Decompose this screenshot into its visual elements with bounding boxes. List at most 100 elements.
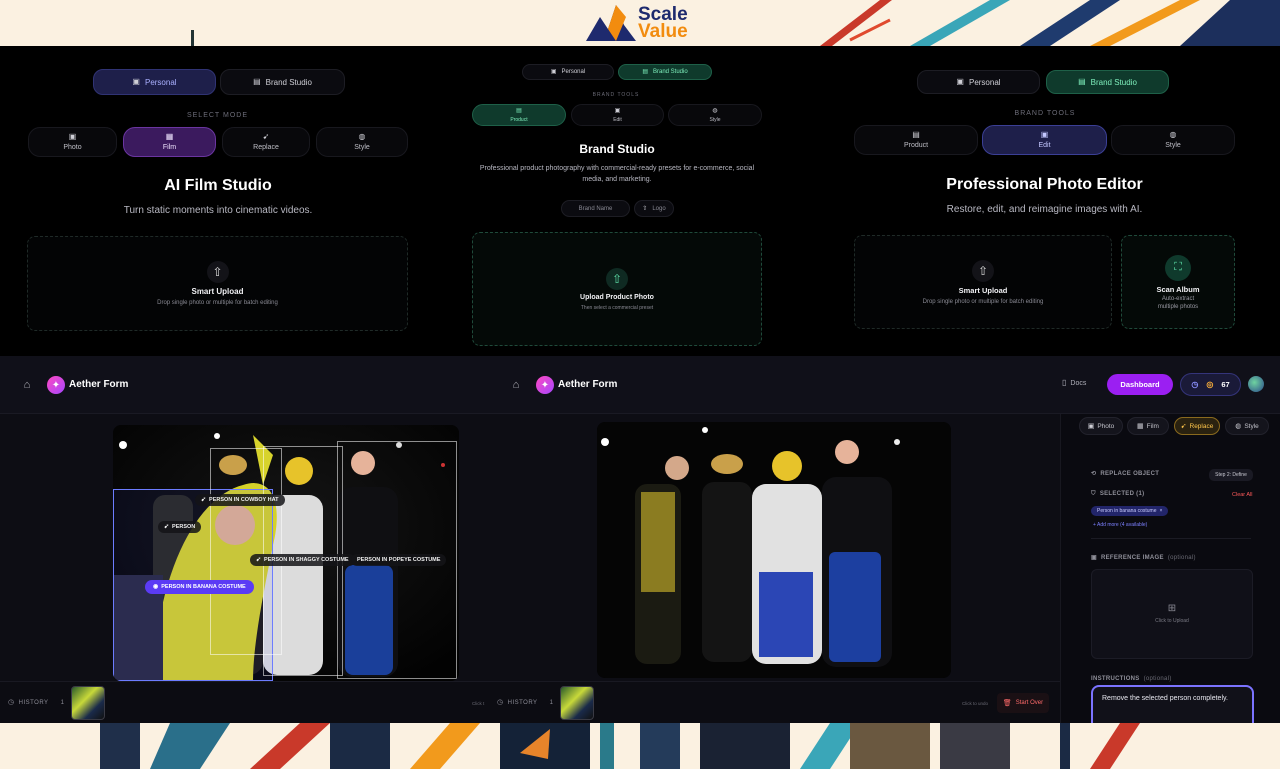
detection-tag-popeye[interactable]: PERSON IN POPEYE COSTUME: [351, 554, 447, 566]
image-icon: ▣: [614, 107, 621, 114]
selected-chip[interactable]: Person in banana costume ×: [1091, 506, 1169, 516]
tool-edit[interactable]: ▣ Edit: [982, 125, 1107, 155]
close-icon[interactable]: ×: [1159, 508, 1162, 514]
detection-tag-banana-selected[interactable]: ◉ PERSON IN BANANA COSTUME: [145, 580, 254, 594]
box-icon: ▤: [912, 130, 920, 139]
history-icon: ◷: [8, 699, 15, 706]
reference-upload-box[interactable]: ⊞ Click to Upload: [1091, 569, 1253, 659]
history-label-right: ◷ HISTORY 1: [497, 699, 553, 706]
tab-brand-studio[interactable]: ▤ Brand Studio: [220, 69, 345, 95]
instructions-textarea[interactable]: Remove the selected person completely.: [1091, 685, 1254, 723]
start-over-button[interactable]: 🗑 Start Over: [997, 693, 1049, 713]
detection-tag-cowboy-hat[interactable]: ➹ PERSON IN COWBOY HAT: [195, 494, 285, 506]
tab-label: Film: [1146, 422, 1159, 430]
top-screens-area: ▣ Personal ▤ Brand Studio SELECT MODE ▣ Pho…: [0, 46, 1280, 356]
mode-film[interactable]: ▦ Film: [123, 127, 216, 157]
tab-personal[interactable]: ▣ Personal: [93, 69, 216, 95]
detection-canvas[interactable]: ➹ PERSON IN COWBOY HAT ➹ PERSON ➹ PERSON IN…: [113, 425, 459, 681]
tool-edit[interactable]: ▣ Edit: [571, 104, 664, 126]
history-bar: ◷ HISTORY 1 Click t ◷ HISTORY 1 Click to…: [0, 681, 1060, 723]
page-subtitle: Restore, edit, and reimagine images with…: [946, 204, 1143, 215]
smart-upload-dropzone[interactable]: ⇧ Smart Upload Drop single photo or mult…: [27, 236, 408, 331]
upload-subtitle: Then select a commercial preset: [580, 304, 654, 311]
upload-title: Smart Upload: [958, 285, 1008, 295]
page-title: AI Film Studio: [164, 177, 272, 194]
replace-panel: ▣ Photo ▦ Film ➹ Replace ◍ Style ⟲ REPLACE OB…: [1060, 414, 1280, 723]
credits-badge[interactable]: ◷ ◎ 67: [1180, 373, 1241, 396]
filter-icon: ⛉: [1091, 491, 1096, 497]
user-avatar[interactable]: [1248, 376, 1264, 392]
detection-tag-shaggy[interactable]: ➹ PERSON IN SHAGGY COSTUME: [250, 554, 355, 566]
tool-product[interactable]: ▤ Product: [854, 125, 978, 155]
mode-label: Photo: [63, 144, 82, 151]
upload-product-dropzone[interactable]: ⇧ Upload Product Photo Then select a com…: [472, 232, 762, 346]
tab-film[interactable]: ▦ Film: [1127, 417, 1169, 435]
image-icon: ▣: [1040, 130, 1049, 139]
tool-label: Edit: [1038, 142, 1051, 149]
logo-mark-icon: [586, 5, 636, 41]
top-banner: Scale Value: [0, 0, 1280, 46]
mode-label: Film: [162, 144, 177, 151]
result-image: [597, 422, 951, 678]
upload-icon: ⇧: [606, 267, 628, 290]
box-icon: ▤: [516, 107, 522, 114]
credits-count: 67: [1221, 380, 1230, 389]
tab-photo[interactable]: ▣ Photo: [1079, 417, 1123, 435]
tool-label: Style: [1165, 142, 1181, 149]
clear-all-link[interactable]: Clear All: [1232, 492, 1252, 498]
chip-label: Person in banana costume: [1097, 508, 1157, 514]
brand-logo-icon: ✦: [47, 376, 65, 394]
detection-tag-person[interactable]: ➹ PERSON: [158, 521, 202, 533]
tool-style[interactable]: ◍ Style: [668, 104, 762, 126]
mode-photo[interactable]: ▣ Photo: [28, 127, 117, 157]
palette-icon: ◍: [1235, 422, 1242, 430]
home-icon[interactable]: ⌂: [507, 376, 525, 394]
dashboard-button[interactable]: Dashboard: [1107, 374, 1173, 395]
reference-image-label: ▣ REFERENCE IMAGE (optional): [1091, 555, 1196, 561]
docs-link[interactable]: ▯ Docs: [1062, 379, 1086, 387]
replace-object-label: ⟲ REPLACE OBJECT: [1091, 471, 1159, 477]
tool-style[interactable]: ◍ Style: [1111, 125, 1235, 155]
mode-label: Style: [354, 144, 370, 151]
home-icon[interactable]: ⌂: [18, 376, 36, 394]
logo-word-value: Value: [638, 21, 688, 42]
tool-label: Edit: [613, 116, 622, 123]
tool-label: Product: [510, 116, 528, 123]
upload-icon: ⇧: [642, 205, 648, 212]
image-icon: ▣: [1087, 422, 1095, 430]
scalevalue-logo: Scale Value: [586, 4, 688, 42]
mode-replace[interactable]: ➹ Replace: [222, 127, 310, 157]
cursor-icon: ➹: [262, 132, 270, 141]
tool-product[interactable]: ▤ Product: [472, 104, 566, 126]
tab-brand-studio[interactable]: ▤ Brand Studio: [1046, 70, 1169, 94]
tab-style[interactable]: ◍ Style: [1225, 417, 1269, 435]
scan-album-button[interactable]: ⛶ Scan Album Auto-extract multiple photo…: [1121, 235, 1235, 329]
click-hint: Click t: [472, 701, 485, 706]
tab-personal[interactable]: ▣ Personal: [522, 64, 614, 80]
upload-icon: ⇧: [972, 259, 994, 282]
tag-label: PERSON IN POPEYE COSTUME: [357, 557, 441, 563]
tab-personal[interactable]: ▣ Personal: [917, 70, 1040, 94]
undo-hint: Click to undo: [962, 701, 989, 706]
tab-replace[interactable]: ➹ Replace: [1174, 417, 1220, 435]
upload-subtitle: Drop single photo or multiple for batch …: [157, 300, 278, 306]
select-mode-label: SELECT MODE: [186, 112, 249, 119]
mode-style[interactable]: ◍ Style: [316, 127, 408, 157]
tab-label: Brand Studio: [1090, 77, 1137, 87]
add-more-link[interactable]: + Add more (4 available): [1093, 522, 1147, 528]
tab-brand-studio[interactable]: ▤ Brand Studio: [618, 64, 712, 80]
history-count: 1: [549, 699, 554, 706]
decorative-pattern: [100, 723, 1140, 769]
optional-label: (optional): [1167, 555, 1196, 561]
palette-icon: ◍: [358, 132, 366, 141]
history-thumbnail[interactable]: [71, 686, 105, 720]
logo-upload-button[interactable]: ⇧ Logo: [634, 200, 674, 217]
palette-icon: ◍: [712, 107, 718, 114]
smart-upload-dropzone[interactable]: ⇧ Smart Upload Drop single photo or mult…: [854, 235, 1112, 329]
brand-name-input[interactable]: Brand Name: [561, 200, 630, 217]
image-icon: ▣: [550, 69, 557, 75]
brand-name-placeholder: Brand Name: [578, 205, 613, 212]
book-icon: ▯: [1062, 378, 1067, 387]
history-thumbnail[interactable]: [560, 686, 594, 720]
upload-hint: Click to Upload: [1155, 618, 1189, 624]
